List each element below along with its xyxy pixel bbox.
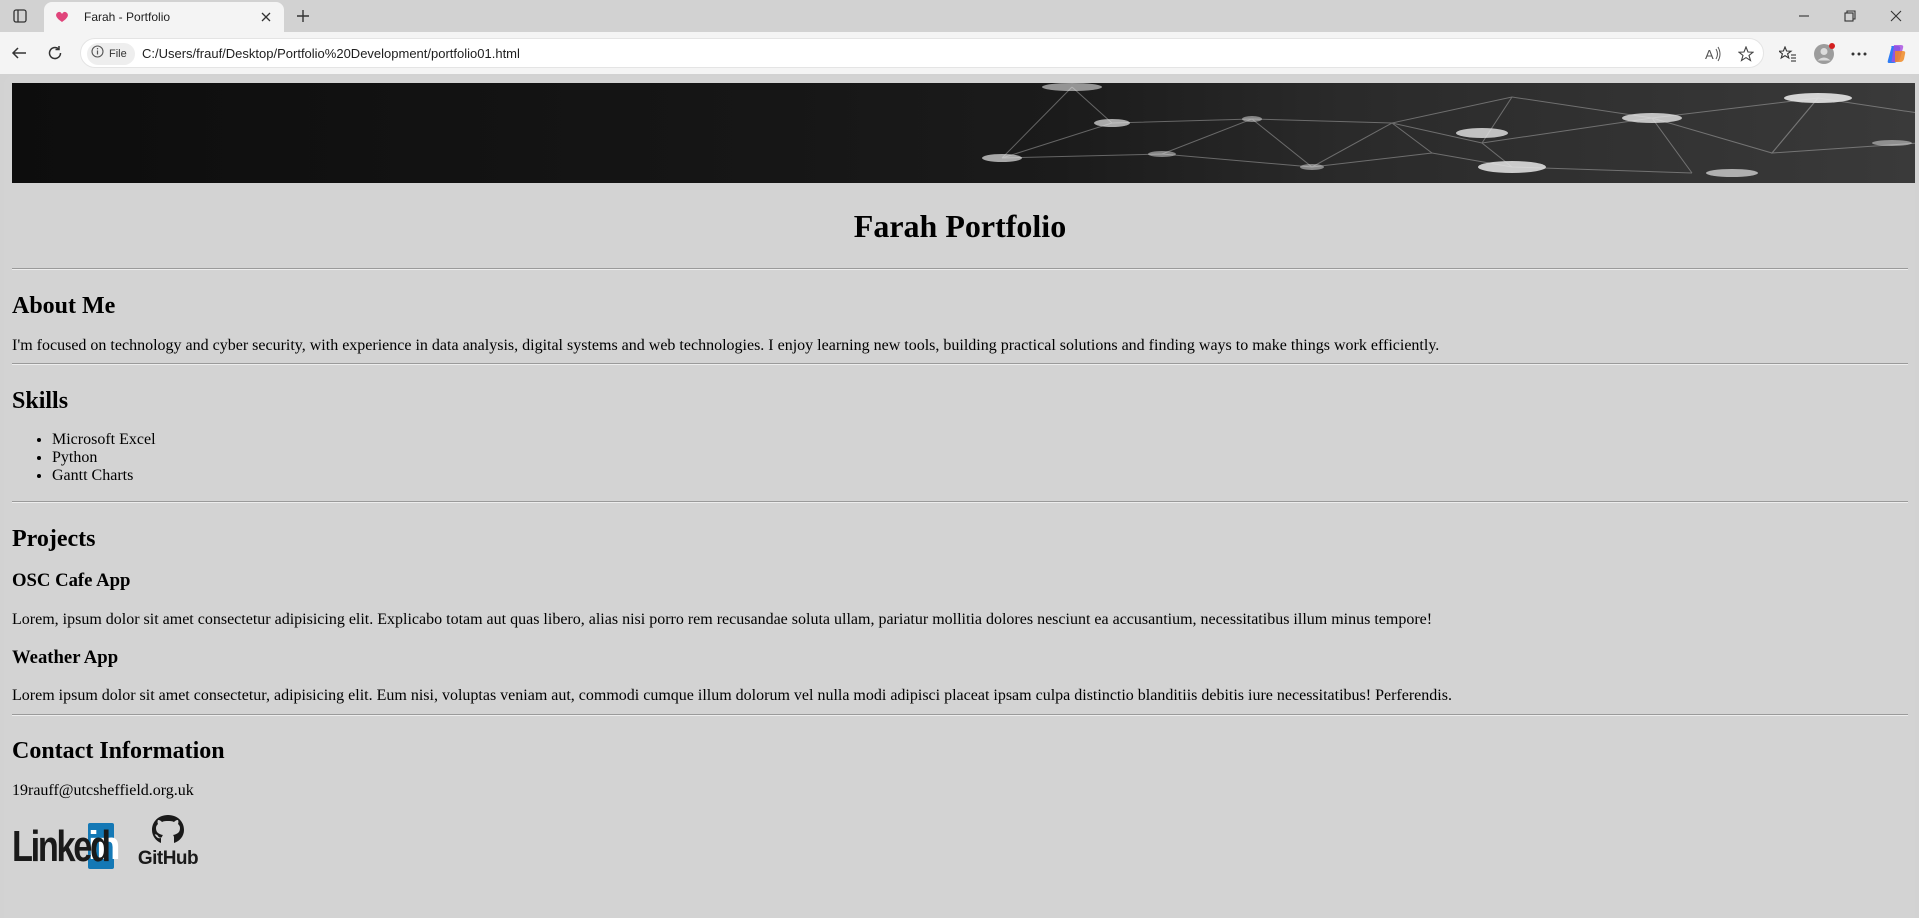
skills-list: Microsoft Excel Python Gantt Charts [52,431,1908,485]
skill-item: Microsoft Excel [52,431,1908,449]
portfolio-page: Farah Portfolio About Me I'm focused on … [12,83,1915,869]
tab-title: Farah - Portfolio [84,10,171,24]
address-bar[interactable]: File C:/Users/frauf/Desktop/Portfolio%20… [80,38,1764,68]
profile-avatar-icon[interactable] [1812,42,1836,66]
site-chip-label: File [109,48,127,60]
header-banner-image [12,83,1915,183]
site-info-chip[interactable]: File [87,43,135,65]
github-logo-text: GitHub [137,848,199,869]
page-title: Farah Portfolio [853,208,1067,244]
about-heading: About Me [12,293,116,319]
skills-heading: Skills [12,388,69,414]
close-tab-icon[interactable] [258,9,274,25]
favorites-icon[interactable] [1776,42,1800,66]
tab-strip: Farah - Portfolio [0,0,1919,32]
project-description: Lorem ipsum dolor sit amet consectetur, … [12,687,1452,704]
url-text[interactable]: C:/Users/frauf/Desktop/Portfolio%20Devel… [142,46,520,61]
social-links: Linked in GitHub [12,814,1908,869]
close-window-icon[interactable] [1873,0,1919,32]
divider [12,501,1908,503]
minimize-icon[interactable] [1781,0,1827,32]
project-title: OSC Cafe App [12,570,131,591]
browser-tab[interactable]: Farah - Portfolio [44,2,284,32]
back-arrow-icon[interactable] [7,41,31,65]
more-options-icon[interactable] [1847,42,1871,66]
contact-email: 19rauff@utcsheffield.org.uk [12,782,194,799]
linkedin-link[interactable]: Linked in [12,822,121,871]
copilot-icon[interactable] [1884,42,1908,66]
divider [12,714,1908,716]
svg-text:A: A [1705,47,1714,62]
divider [12,363,1908,365]
refresh-icon[interactable] [43,41,67,65]
skill-item: Python [52,449,1908,467]
linkedin-logo-text: Linked [12,822,111,871]
contact-heading: Contact Information [12,738,225,764]
favorite-star-icon[interactable] [1736,44,1756,64]
restore-icon[interactable] [1827,0,1873,32]
github-link[interactable]: GitHub [136,814,200,869]
project-title: Weather App [12,647,119,668]
new-tab-button[interactable] [290,4,316,28]
info-icon [91,45,104,63]
divider [12,268,1908,270]
read-aloud-icon[interactable]: A [1703,44,1723,64]
about-text: I'm focused on technology and cyber secu… [12,337,1440,354]
project-description: Lorem, ipsum dolor sit amet consectetur … [12,611,1433,628]
tab-actions-icon[interactable] [8,6,32,26]
page-viewport: Farah Portfolio About Me I'm focused on … [4,76,1915,918]
skill-item: Gantt Charts [52,467,1908,485]
browser-toolbar: File C:/Users/frauf/Desktop/Portfolio%20… [0,32,1919,74]
github-octocat-icon [149,814,187,849]
projects-heading: Projects [12,526,96,552]
heart-favicon-icon [54,9,70,25]
